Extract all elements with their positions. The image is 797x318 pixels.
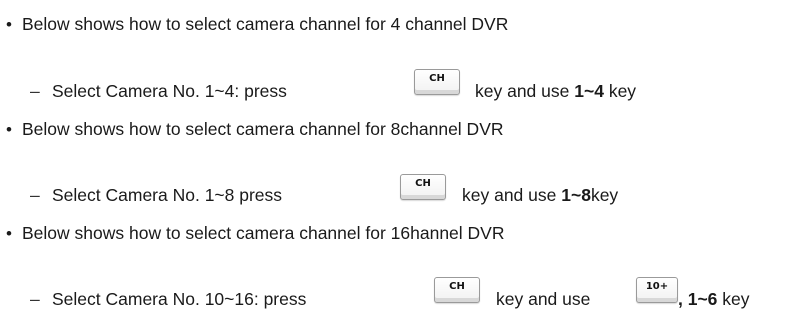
section-2-step-tail: key and use 1~8key	[462, 184, 618, 206]
step-mid: key and use	[475, 81, 570, 101]
dash-icon: –	[30, 185, 40, 205]
bullet-icon: •	[6, 120, 12, 139]
step-prefix: Select Camera No. 1~4: press	[52, 81, 287, 101]
heading-text: Below shows how to select camera channel…	[22, 14, 509, 34]
section-2-heading: • Below shows how to select camera channe…	[6, 118, 504, 141]
section-2-step: – Select Camera No. 1~8 press	[30, 184, 282, 206]
step-mid: key and use	[496, 289, 591, 309]
section-3-heading: • Below shows how to select camera channe…	[6, 222, 504, 245]
section-1-step: – Select Camera No. 1~4: press	[30, 80, 287, 102]
bullet-icon: •	[6, 15, 12, 34]
ten-plus-key-icon: 10+	[636, 277, 678, 303]
step-bold: 1~4	[574, 81, 604, 101]
step-prefix: Select Camera No. 1~8 press	[52, 185, 283, 205]
step-prefix: Select Camera No. 10~16: press	[52, 289, 307, 309]
section-3-step: – Select Camera No. 10~16: press	[30, 288, 306, 310]
step-suffix: key	[608, 81, 637, 101]
section-3-step-tail-a: key and use	[496, 288, 590, 310]
section-1-step-tail: key and use 1~4 key	[475, 80, 636, 102]
heading-text: Below shows how to select camera channel…	[22, 223, 505, 243]
step-mid: key and use	[462, 185, 557, 205]
heading-text: Below shows how to select camera channel…	[22, 119, 504, 139]
section-3-step-tail-b: , 1~6 key	[678, 288, 750, 310]
ch-key-icon: CH	[414, 69, 460, 95]
section-1-heading: • Below shows how to select camera channe…	[6, 13, 508, 36]
ch-key-icon: CH	[400, 174, 446, 200]
dash-icon: –	[30, 81, 40, 101]
dash-icon: –	[30, 289, 40, 309]
bullet-icon: •	[6, 224, 12, 243]
step-suffix: key	[722, 289, 750, 309]
ch-key-icon: CH	[434, 277, 480, 303]
step-suffix: key	[590, 185, 619, 205]
step-bold: 1~8	[561, 185, 591, 205]
step-bold: , 1~6	[678, 289, 718, 309]
